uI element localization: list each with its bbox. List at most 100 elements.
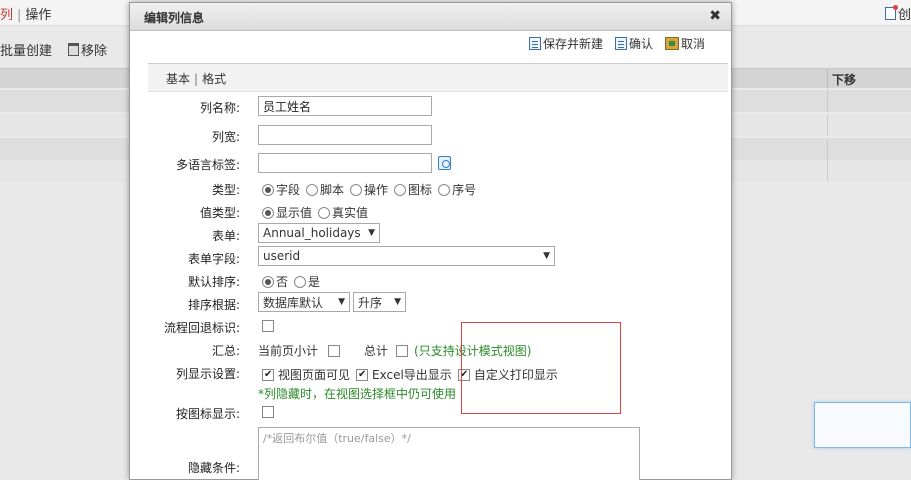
form-label: 表单: (211, 229, 240, 243)
form-select-value: Annual_holidays (263, 226, 361, 240)
background-tabs: 列 | 操作 (0, 4, 51, 23)
save-icon (528, 37, 541, 50)
radio-button[interactable] (262, 275, 274, 288)
dialog-title: 编辑列信息 (144, 11, 205, 25)
type-option-serial[interactable]: 序号 (438, 181, 476, 198)
batch-create-button[interactable]: 批量创建 (0, 40, 52, 59)
form-field-select[interactable]: userid ▼ (258, 246, 555, 266)
icon-display-label: 按图标显示: (175, 407, 240, 421)
i18n-label: 多语言标签: (175, 158, 240, 172)
remove-button[interactable]: 移除 (68, 40, 107, 59)
form-field-select-value: userid (263, 249, 301, 263)
default-sort-no[interactable]: 否 (262, 273, 288, 290)
language-icon[interactable] (438, 156, 451, 170)
tab-columns[interactable]: 列 (0, 8, 13, 23)
batch-create-label: 批量创建 (0, 44, 53, 59)
table-cell (827, 160, 911, 182)
hidden-condition-label: 隐藏条件: (187, 461, 240, 475)
checkbox[interactable] (356, 368, 369, 381)
type-option-field[interactable]: 字段 (262, 181, 300, 198)
summary-page-subtotal-label: 当前页小计 (258, 344, 319, 358)
type-option-operation[interactable]: 操作 (350, 181, 388, 198)
radio-button[interactable] (394, 183, 407, 196)
display-note: *列隐藏时，在视图选择框中仍可使用 (258, 387, 457, 401)
summary-total-checkbox[interactable] (396, 344, 409, 357)
sort-by-label: 排序根据: (187, 298, 240, 312)
create-label: 创 (897, 8, 911, 23)
value-type-real[interactable]: 真实值 (318, 204, 368, 221)
radio-button[interactable] (318, 206, 331, 219)
tab-format[interactable]: 格式 (202, 72, 226, 86)
summary-page-subtotal-checkbox[interactable] (328, 344, 341, 357)
save-and-new-button[interactable]: 保存并新建 (528, 35, 603, 52)
sort-by-select[interactable]: 数据库默认 ▼ (258, 292, 350, 312)
default-sort-yes[interactable]: 是 (294, 273, 320, 290)
flow-back-checkbox[interactable] (262, 320, 274, 332)
tab-basic[interactable]: 基本 (166, 72, 190, 86)
default-sort-radio-group: 否 是 (262, 273, 326, 290)
display-excel-label: Excel导出显示 (372, 368, 452, 382)
sort-order-select[interactable]: 升序 ▼ (353, 292, 406, 312)
table-cell (827, 138, 911, 160)
type-option-label: 操作 (364, 183, 389, 197)
table-cell (827, 114, 911, 136)
column-name-input[interactable] (258, 96, 432, 116)
default-sort-option-label: 是 (308, 275, 321, 289)
create-button[interactable]: 创 (884, 4, 911, 23)
cancel-button[interactable]: 取消 (664, 35, 705, 52)
column-name-label: 列名称: (199, 101, 240, 115)
chevron-down-icon: ▼ (543, 251, 550, 261)
column-header-move-down: 下移 (827, 69, 911, 89)
i18n-input[interactable] (258, 153, 432, 173)
checkbox[interactable] (262, 368, 274, 381)
confirm-button[interactable]: 确认 (614, 35, 653, 52)
column-width-label: 列宽: (211, 130, 240, 144)
hidden-condition-placeholder: /*返回布尔值（true/false）*/ (263, 432, 411, 445)
form-select[interactable]: Annual_holidays ▼ (258, 223, 380, 243)
confirm-label: 确认 (628, 37, 653, 51)
confirm-icon (614, 37, 627, 50)
value-type-display[interactable]: 显示值 (262, 204, 312, 221)
type-option-icon[interactable]: 图标 (394, 181, 432, 198)
close-icon[interactable]: ✖ (709, 8, 721, 24)
save-and-new-label: 保存并新建 (542, 37, 603, 51)
dialog-title-bar[interactable]: 编辑列信息 ✖ (130, 3, 731, 31)
icon-display-checkbox[interactable] (262, 406, 274, 418)
cancel-label: 取消 (680, 37, 705, 51)
radio-button[interactable] (438, 183, 451, 196)
tab-separator: | (17, 8, 22, 23)
cancel-icon (664, 37, 679, 50)
tab-operations[interactable]: 操作 (25, 8, 51, 23)
sort-order-select-value: 升序 (358, 295, 383, 310)
display-view-visible[interactable]: 视图页面可见 (262, 366, 350, 383)
radio-button[interactable] (262, 183, 274, 196)
radio-button[interactable] (350, 183, 363, 196)
radio-button[interactable] (306, 183, 319, 196)
background-toolbar: 批量创建 移除 (0, 40, 107, 59)
hidden-condition-input[interactable]: /*返回布尔值（true/false）*/ (258, 427, 640, 480)
background-panel (814, 402, 911, 448)
flow-back-label: 流程回退标识: (163, 321, 240, 335)
radio-button[interactable] (262, 206, 274, 219)
display-excel[interactable]: Excel导出显示 (356, 366, 452, 383)
value-type-label: 值类型: (199, 206, 240, 220)
type-option-label: 字段 (276, 183, 301, 197)
value-type-radio-group: 显示值 真实值 (262, 204, 374, 221)
type-option-label: 脚本 (320, 183, 345, 197)
type-option-label: 图标 (408, 183, 433, 197)
type-label: 类型: (211, 183, 240, 197)
column-width-input[interactable] (258, 125, 432, 145)
dialog-tabs: 基本 | 格式 (148, 63, 728, 92)
radio-button[interactable] (294, 275, 307, 288)
dialog-actions: 保存并新建 确认 取消 (528, 35, 705, 52)
form-field-label: 表单字段: (187, 252, 240, 266)
remove-label: 移除 (81, 44, 108, 59)
trash-icon (68, 43, 80, 56)
value-type-option-label: 显示值 (276, 206, 313, 220)
value-type-option-label: 真实值 (332, 206, 369, 220)
chevron-down-icon: ▼ (368, 228, 375, 238)
sort-by-select-value: 数据库默认 (263, 295, 324, 310)
display-view-visible-label: 视图页面可见 (278, 368, 351, 382)
type-option-script[interactable]: 脚本 (306, 181, 344, 198)
create-icon (884, 5, 898, 20)
